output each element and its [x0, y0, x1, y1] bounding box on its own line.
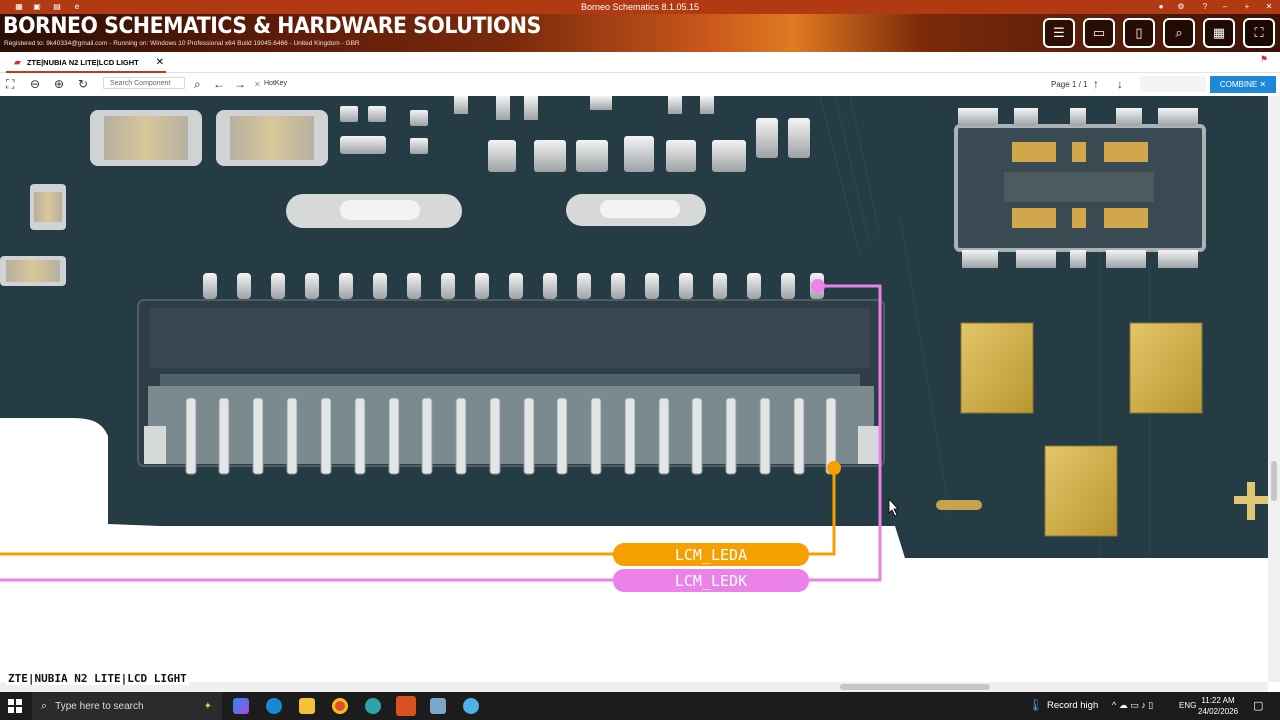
list-icon: ☰	[1053, 25, 1065, 40]
capture-icon: ⛶	[1254, 25, 1264, 40]
minimize-icon[interactable]: –	[1220, 2, 1230, 12]
board-icon: ▭	[1092, 25, 1106, 40]
user-icon[interactable]: ●	[1156, 2, 1166, 12]
calendar-icon: ▦	[1212, 25, 1226, 40]
net-label-ledk[interactable]: LCM_LEDK	[675, 572, 747, 590]
clock-time: 11:22 AM	[1201, 696, 1235, 705]
taskbar-search-placeholder: Type here to search	[55, 700, 144, 712]
close-window-icon[interactable]: ✕	[1264, 2, 1274, 12]
pdf-file-icon: ▰	[14, 57, 21, 67]
language-indicator[interactable]: ENG	[1179, 701, 1196, 710]
tab-label: ZTE|NUBIA N2 LITE|LCD LIGHT	[26, 58, 139, 67]
weather-status[interactable]: Record high	[1047, 700, 1098, 711]
search-icon[interactable]: ⌕	[194, 77, 201, 92]
edge-icon[interactable]	[266, 698, 282, 714]
system-tray-icons[interactable]: ^ ☁ ▭ ♪ ▯	[1112, 700, 1153, 711]
maximize-icon[interactable]: +	[1242, 2, 1252, 12]
document-footer-label: ZTE|NUBIA N2 LITE|LCD LIGHT	[6, 672, 189, 685]
app-banner: BORNEO SCHEMATICS & HARDWARE SOLUTIONS R…	[0, 14, 1280, 52]
search-icon: ⌕	[41, 699, 48, 712]
forward-arrow-icon[interactable]: →	[234, 77, 246, 91]
flag-icon[interactable]: ⚑	[1260, 54, 1268, 65]
clock-date: 24/02/2026	[1198, 707, 1239, 716]
window-title-bar: ▦ ▣ ▤ e Borneo Schematics 8.1.05.15 ● ⚙ …	[0, 0, 1280, 14]
page-down-icon[interactable]: ↓	[1117, 77, 1123, 91]
thermometer-icon: 🌡	[1028, 698, 1044, 712]
calendar-button[interactable]: ▦	[1203, 18, 1235, 48]
page-up-icon[interactable]: ↑	[1093, 77, 1099, 91]
tab-row: ▰ ZTE|NUBIA N2 LITE|LCD LIGHT ✕ ⚑	[0, 52, 1280, 73]
horizontal-scrollbar[interactable]	[0, 682, 1268, 692]
magnifier-icon: ⌕	[1175, 25, 1183, 40]
vertical-scroll-thumb[interactable]	[1271, 461, 1277, 501]
search-component-input[interactable]: Search Component	[103, 77, 185, 89]
copilot-icon[interactable]	[233, 698, 249, 714]
page-number-input[interactable]	[1140, 76, 1206, 92]
taskbar-search[interactable]: ⌕ Type here to search ✦	[32, 692, 222, 720]
close-tab-icon[interactable]: ✕	[156, 57, 164, 68]
device-button[interactable]: ▯	[1123, 18, 1155, 48]
sparkle-icon: ✦	[203, 700, 212, 712]
schematic-list-button[interactable]: ☰	[1043, 18, 1075, 48]
back-arrow-icon[interactable]: ←	[213, 77, 225, 91]
file-explorer-icon[interactable]	[299, 698, 315, 714]
pcb-board-image[interactable]: LCM_LEDA LCM_LEDK	[0, 96, 1268, 682]
window-title: Borneo Schematics 8.1.05.15	[580, 2, 700, 12]
page-indicator: Page 1 / 1	[1051, 80, 1088, 89]
fit-screen-icon[interactable]: ⛶	[6, 77, 14, 92]
vertical-scrollbar[interactable]	[1268, 96, 1280, 682]
app3-icon[interactable]	[463, 698, 479, 714]
windows-start-icon[interactable]	[8, 699, 22, 713]
brand-title: BORNEO SCHEMATICS & HARDWARE SOLUTIONS	[3, 14, 541, 39]
toolbar: ⛶ ⊖ ⊕ ↻ Search Component ⌕ ← → ✕ HotKey …	[0, 73, 1280, 96]
hotkey-close-icon[interactable]: ✕	[254, 80, 261, 89]
search-button[interactable]: ⌕	[1163, 18, 1195, 48]
registration-info: Registered to: 9k40334@gmail.com - Runni…	[4, 40, 360, 47]
horizontal-scroll-thumb[interactable]	[840, 684, 990, 690]
tab-zte-nubia-lcd-light[interactable]: ▰ ZTE|NUBIA N2 LITE|LCD LIGHT ✕	[6, 54, 166, 73]
capture-button[interactable]: ⛶	[1243, 18, 1275, 48]
zoom-in-icon[interactable]: ⊕	[54, 77, 64, 91]
refresh-icon[interactable]: ↻	[78, 77, 88, 91]
app-icon[interactable]	[365, 698, 381, 714]
board-viewer[interactable]: LCM_LEDA LCM_LEDK	[0, 96, 1268, 682]
board-view-button[interactable]: ▭	[1083, 18, 1115, 48]
settings-icon[interactable]: ⚙	[1176, 2, 1186, 12]
device-icon: ▯	[1135, 25, 1143, 40]
app2-icon[interactable]	[430, 698, 446, 714]
zoom-out-icon[interactable]: ⊖	[30, 77, 40, 91]
notification-icon[interactable]: ▢	[1253, 699, 1263, 712]
windows-taskbar: ⌕ Type here to search ✦ 🌡 Record high ^ …	[0, 692, 1280, 720]
combine-button[interactable]: COMBINE ✕	[1210, 76, 1276, 93]
chrome-icon[interactable]	[332, 698, 348, 714]
help-icon[interactable]: ?	[1200, 2, 1210, 12]
hotkey-label[interactable]: HotKey	[264, 80, 287, 87]
system-clock[interactable]: 11:22 AM 24/02/2026	[1198, 695, 1238, 717]
net-label-leda[interactable]: LCM_LEDA	[675, 546, 747, 564]
borneo-app-icon[interactable]	[396, 696, 416, 716]
